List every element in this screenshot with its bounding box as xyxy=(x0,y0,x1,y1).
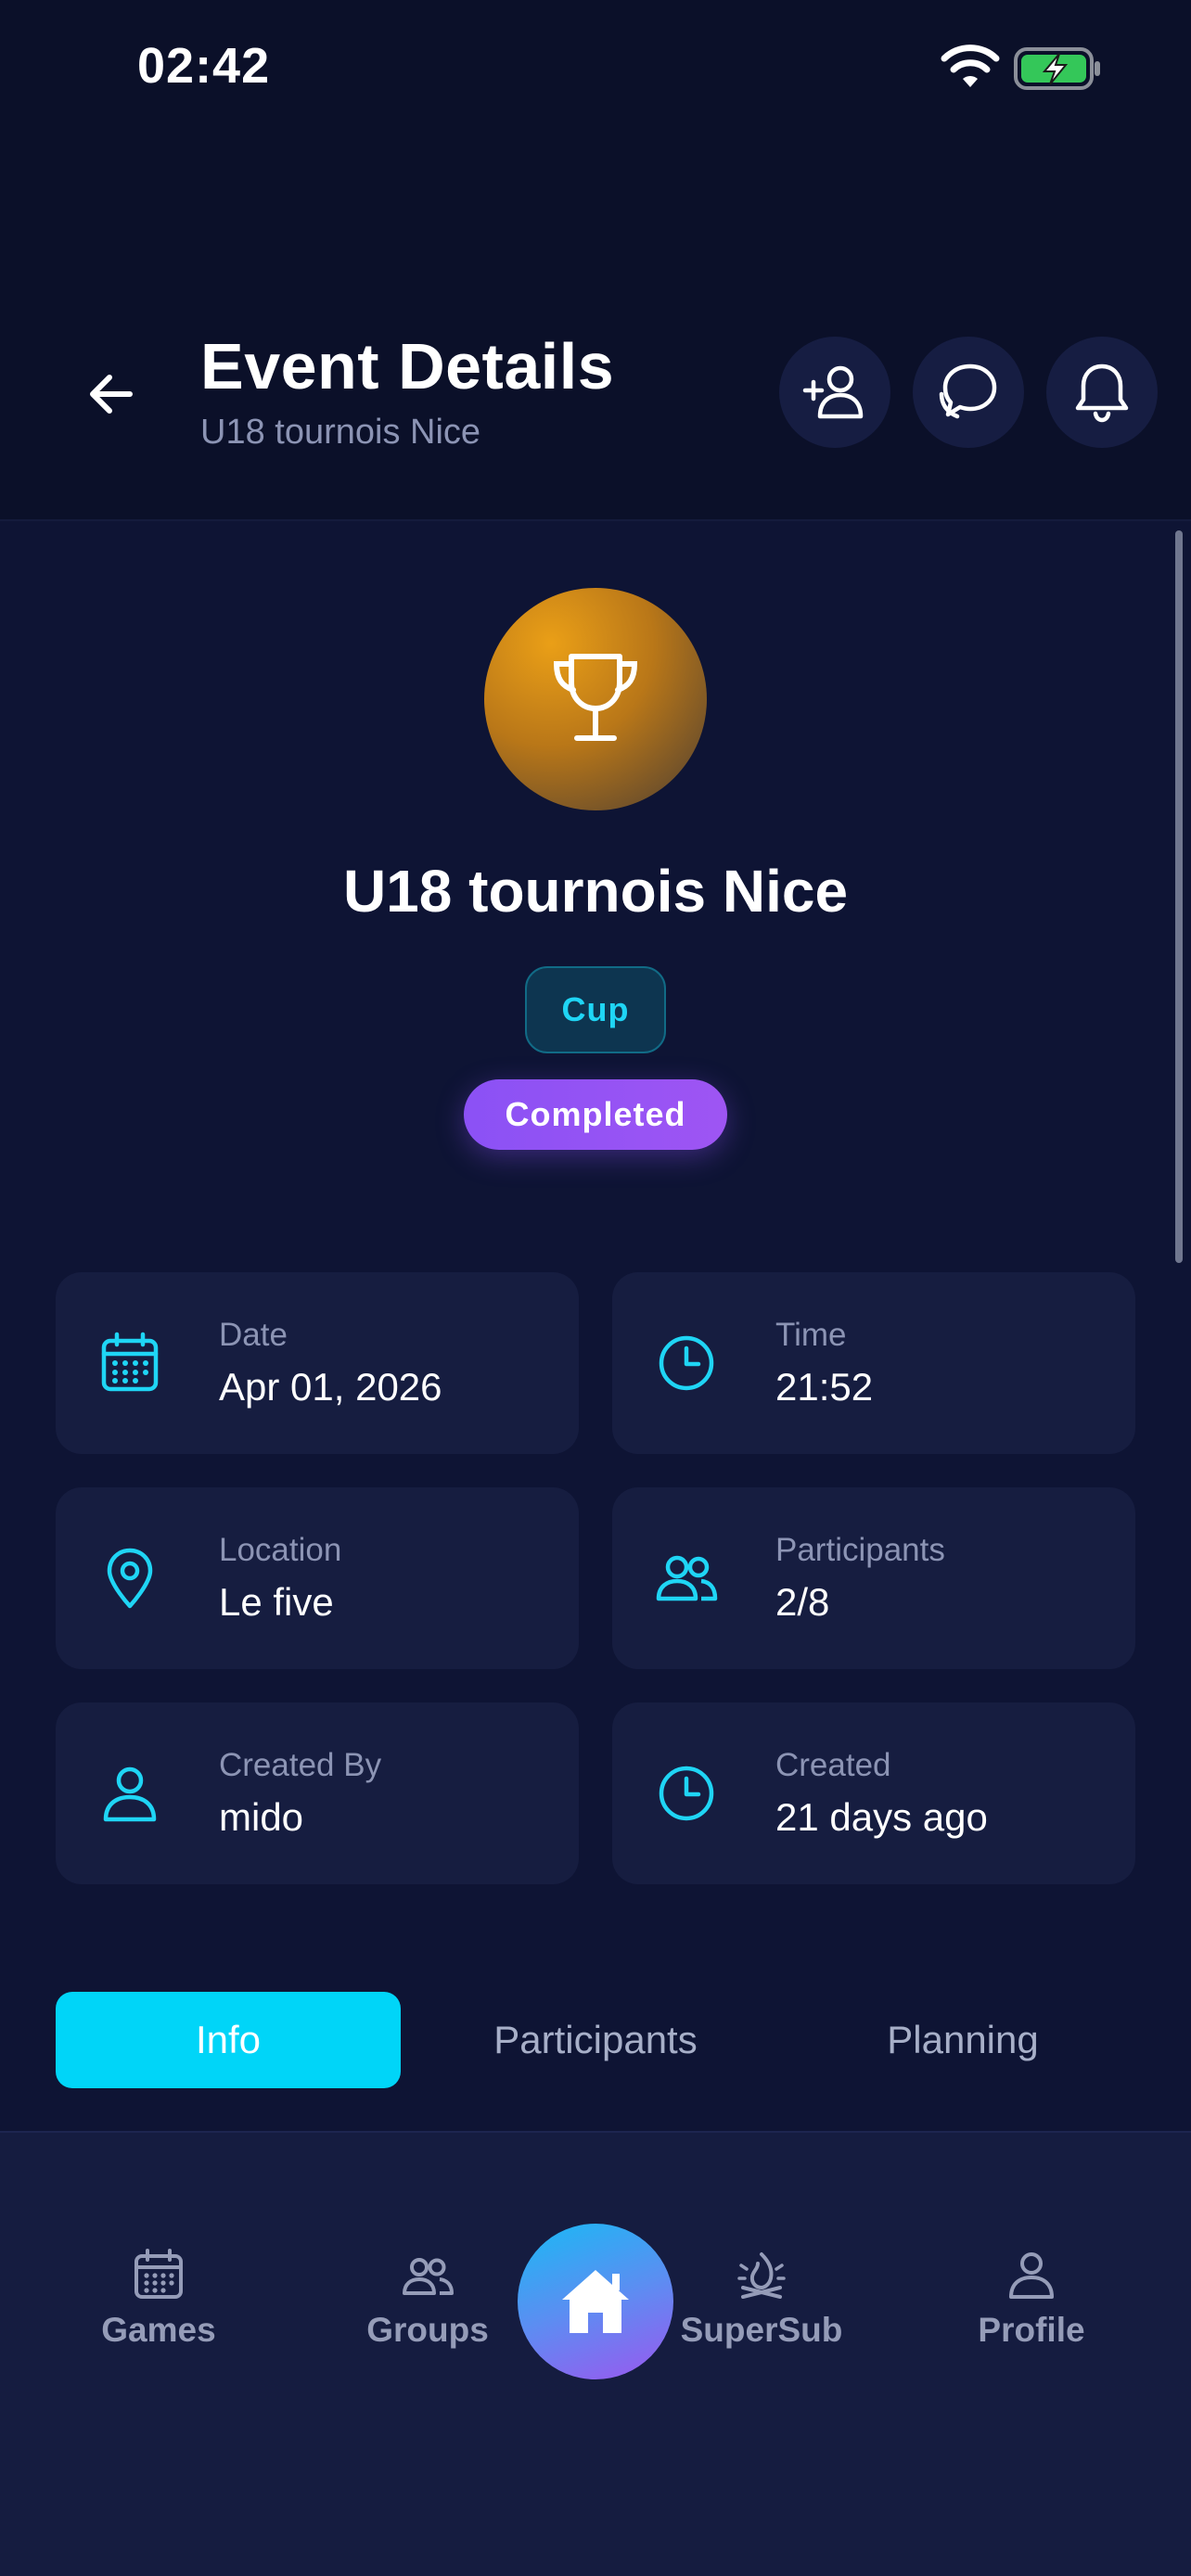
tab-planning[interactable]: Planning xyxy=(790,1992,1135,2088)
card-value: mido xyxy=(219,1795,304,1839)
card-label: Time xyxy=(775,1317,847,1353)
time-card: Time 21:52 xyxy=(612,1272,1135,1454)
calendar-icon xyxy=(128,2244,189,2305)
status-time: 02:42 xyxy=(137,38,271,94)
home-button[interactable] xyxy=(518,2224,673,2379)
tab-bar: Info Participants Planning xyxy=(56,1992,1135,2088)
battery-charging-icon xyxy=(1014,47,1100,90)
card-value: Apr 01, 2026 xyxy=(219,1365,442,1409)
event-status-badge: Completed xyxy=(464,1079,727,1150)
event-details-content[interactable]: U18 tournois Nice Cup Completed Date Apr… xyxy=(0,519,1191,2133)
participants-card: Participants 2/8 xyxy=(612,1487,1135,1669)
chat-icon xyxy=(939,363,997,419)
event-avatar xyxy=(484,588,707,810)
arrow-left-icon xyxy=(90,375,133,414)
calendar-icon xyxy=(96,1330,163,1396)
location-card: Location Le five xyxy=(56,1487,579,1669)
created-by-card: Created By mido xyxy=(56,1702,579,1884)
card-label: Location xyxy=(219,1532,342,1568)
profile-icon xyxy=(1001,2244,1062,2305)
header: Event Details U18 tournois Nice xyxy=(0,306,1191,519)
page-subtitle: U18 tournois Nice xyxy=(200,413,481,452)
trophy-icon xyxy=(553,654,638,741)
home-icon xyxy=(562,2270,629,2333)
card-value: 2/8 xyxy=(775,1580,830,1624)
event-type-badge: Cup xyxy=(525,966,666,1053)
bottom-navigation: Games Groups SuperSub Profile xyxy=(0,2131,1191,2576)
clock-icon xyxy=(653,1760,720,1827)
location-pin-icon xyxy=(96,1545,163,1612)
user-icon xyxy=(96,1760,163,1827)
tab-info[interactable]: Info xyxy=(56,1992,401,2088)
supersub-icon xyxy=(731,2244,792,2305)
wifi-icon xyxy=(941,45,1000,87)
card-label: Date xyxy=(219,1317,288,1353)
back-button[interactable] xyxy=(74,357,148,431)
card-label: Created By xyxy=(219,1747,382,1783)
participants-icon xyxy=(653,1545,720,1612)
nav-label: SuperSub xyxy=(680,2311,843,2349)
nav-games[interactable]: Games xyxy=(66,2244,251,2365)
bell-icon xyxy=(1075,363,1129,423)
card-value: 21 days ago xyxy=(775,1795,988,1839)
groups-icon xyxy=(397,2244,458,2305)
nav-profile[interactable]: Profile xyxy=(939,2244,1124,2365)
add-user-icon xyxy=(802,365,864,419)
date-card: Date Apr 01, 2026 xyxy=(56,1272,579,1454)
nav-groups[interactable]: Groups xyxy=(335,2244,520,2365)
nav-supersub[interactable]: SuperSub xyxy=(669,2244,854,2365)
card-value: 21:52 xyxy=(775,1365,874,1409)
page-title: Event Details xyxy=(200,330,615,402)
nav-label: Groups xyxy=(366,2311,489,2349)
chat-button[interactable] xyxy=(913,337,1024,448)
nav-label: Profile xyxy=(978,2311,1085,2349)
nav-label: Games xyxy=(101,2311,216,2349)
card-label: Created xyxy=(775,1747,891,1783)
card-label: Participants xyxy=(775,1532,945,1568)
invite-participant-button[interactable] xyxy=(779,337,890,448)
clock-icon xyxy=(653,1330,720,1396)
tab-participants[interactable]: Participants xyxy=(427,1992,764,2088)
event-name: U18 tournois Nice xyxy=(342,858,849,925)
status-bar: 02:42 xyxy=(0,0,1191,139)
created-card: Created 21 days ago xyxy=(612,1702,1135,1884)
card-value: Le five xyxy=(219,1580,334,1624)
notifications-button[interactable] xyxy=(1046,337,1158,448)
